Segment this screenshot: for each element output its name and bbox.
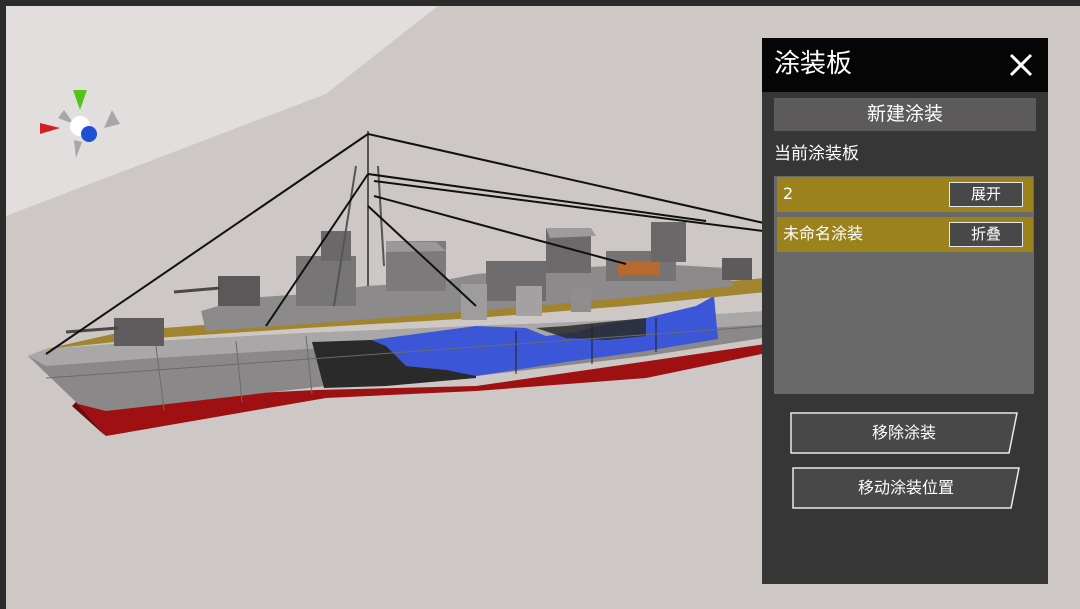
paint-entry[interactable]: 未命名涂装 折叠	[777, 217, 1033, 252]
new-paint-button[interactable]: 新建涂装	[774, 98, 1036, 131]
move-paint-button[interactable]: 移动涂装位置	[792, 467, 1020, 509]
remove-paint-label: 移除涂装	[871, 423, 936, 442]
panel-header: 涂装板	[762, 38, 1048, 92]
collapse-button[interactable]: 折叠	[949, 222, 1023, 247]
move-paint-label: 移动涂装位置	[857, 478, 954, 497]
gun-turret-second	[218, 276, 260, 306]
window-edge-top	[0, 0, 1080, 6]
paint-list: 2 展开 未命名涂装 折叠 移除涂装 移动涂装位置	[774, 176, 1034, 509]
window-edge-left	[0, 0, 6, 609]
paint-entry-label: 未命名涂装	[783, 224, 864, 243]
panel-title: 涂装板	[774, 49, 853, 79]
current-board-label: 当前涂装板	[774, 144, 859, 164]
axis-gizmo-icon[interactable]	[40, 86, 130, 166]
remove-paint-button[interactable]: 移除涂装	[790, 412, 1018, 454]
paint-entry-label: 2	[783, 184, 794, 203]
gun-turret-front	[114, 318, 164, 346]
expand-button[interactable]: 展开	[949, 182, 1023, 207]
close-icon[interactable]	[1008, 52, 1034, 78]
paint-board-panel: 涂装板 新建涂装 当前涂装板 2 展开 未命名涂装 折叠 移除涂装 移动涂装位置	[762, 38, 1048, 584]
paint-entry[interactable]: 2 展开	[777, 177, 1033, 212]
